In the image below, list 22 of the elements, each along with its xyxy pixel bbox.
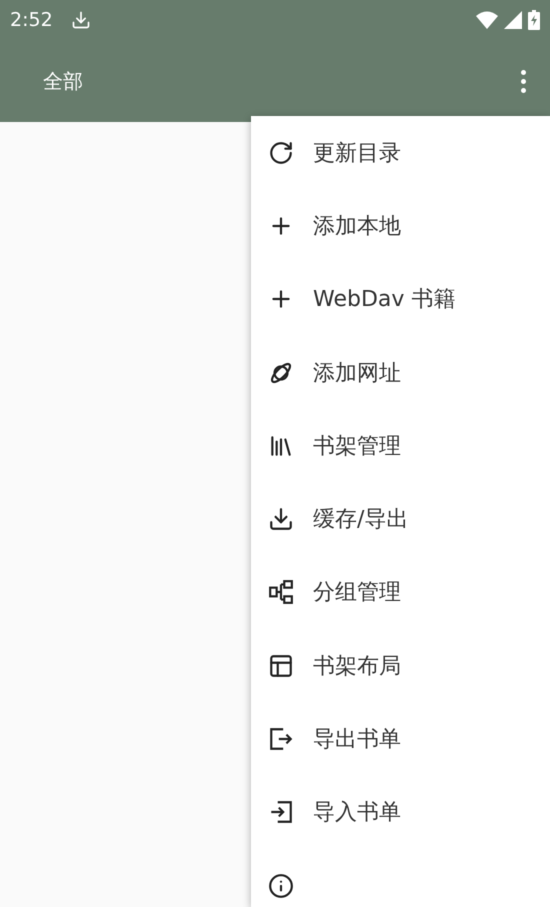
battery-icon bbox=[528, 10, 540, 30]
menu-item[interactable]: 缓存/导出 bbox=[251, 482, 550, 556]
wifi-icon bbox=[476, 11, 498, 29]
menu-item[interactable]: 添加网址 bbox=[251, 336, 550, 410]
menu-item[interactable]: 更新目录 bbox=[251, 116, 550, 190]
export-icon bbox=[268, 726, 294, 752]
menu-item[interactable]: 分组管理 bbox=[251, 556, 550, 630]
menu-item[interactable]: 添加本地 bbox=[251, 189, 550, 263]
signal-icon bbox=[504, 11, 522, 29]
status-time: 2:52 bbox=[10, 9, 53, 31]
download-icon bbox=[70, 10, 91, 30]
menu-item[interactable]: 书架布局 bbox=[251, 629, 550, 702]
menu-item[interactable]: WebDav 书籍 bbox=[251, 262, 550, 336]
info-icon bbox=[268, 872, 294, 899]
download-icon bbox=[268, 506, 294, 532]
menu-item[interactable]: 导入书单 bbox=[251, 776, 550, 849]
toolbar-title: 全部 bbox=[43, 68, 83, 94]
menu-item[interactable]: 书架管理 bbox=[251, 409, 550, 482]
group-icon bbox=[268, 579, 294, 606]
refresh-icon bbox=[268, 140, 294, 166]
menu-item[interactable]: 导出书单 bbox=[251, 702, 550, 776]
layout-icon bbox=[268, 652, 294, 679]
